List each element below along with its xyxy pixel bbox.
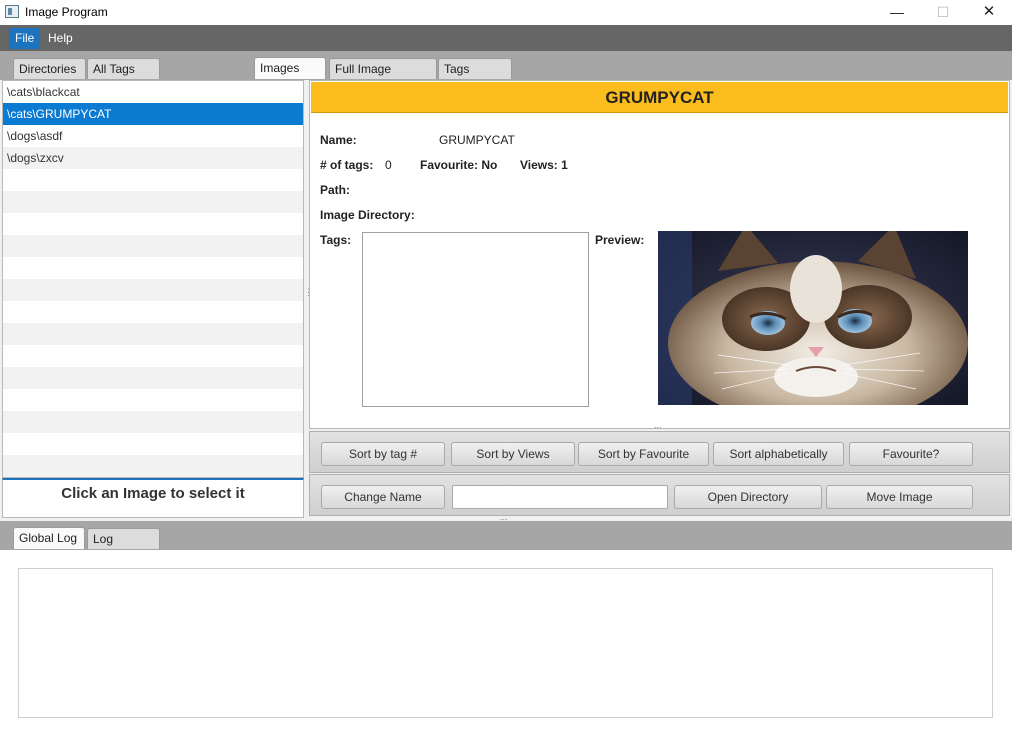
empty-row — [3, 235, 303, 257]
new-name-input[interactable] — [452, 485, 668, 509]
change-name-button[interactable]: Change Name — [321, 485, 445, 509]
log-split-handle[interactable]: ... — [500, 513, 508, 522]
image-title-header: GRUMPYCAT — [311, 82, 1008, 113]
sort-alphabetically-button[interactable]: Sort alphabetically — [713, 442, 844, 466]
empty-row — [3, 279, 303, 301]
image-detail-panel: GRUMPYCAT Name: GRUMPYCAT # of tags: 0 F… — [309, 80, 1010, 430]
sort-toolbar: Sort by tag # Sort by Views Sort by Favo… — [309, 431, 1010, 473]
menu-help[interactable]: Help — [42, 28, 79, 49]
favourite-status: Favourite: No — [420, 158, 498, 172]
preview-label: Preview: — [595, 233, 645, 247]
empty-row — [3, 301, 303, 323]
image-list[interactable]: \cats\blackcat \cats\GRUMPYCAT \dogs\asd… — [2, 80, 304, 478]
views-count: Views: 1 — [520, 158, 568, 172]
select-hint: Click an Image to select it — [2, 478, 304, 518]
list-item[interactable]: \dogs\asdf — [3, 125, 303, 147]
favourite-toggle-button[interactable]: Favourite? — [849, 442, 973, 466]
menu-file[interactable]: File — [9, 28, 41, 49]
vertical-split-handle[interactable]: ⋮ — [304, 288, 313, 302]
empty-row — [3, 455, 303, 477]
list-item[interactable]: \dogs\zxcv — [3, 147, 303, 169]
minimize-button[interactable]: — — [874, 0, 920, 25]
main-tab-strip: Images Full Image Preview Tags — [254, 51, 1012, 97]
empty-row — [3, 367, 303, 389]
log-tab-strip: Global Log Log — [0, 521, 1012, 550]
empty-row — [3, 433, 303, 455]
tab-images[interactable]: Images — [254, 57, 326, 79]
tab-global-log[interactable]: Global Log — [13, 527, 85, 549]
empty-row — [3, 169, 303, 191]
tags-list[interactable] — [362, 232, 589, 407]
path-label: Path: — [320, 183, 350, 197]
tab-all-tags[interactable]: All Tags — [87, 58, 160, 79]
empty-row — [3, 213, 303, 235]
tag-count-label: # of tags: — [320, 158, 374, 172]
sort-by-tag-count-button[interactable]: Sort by tag # — [321, 442, 445, 466]
horizontal-split-handle[interactable]: ... — [654, 421, 662, 430]
image-directory-label: Image Directory: — [320, 208, 415, 222]
tags-label: Tags: — [320, 233, 352, 247]
title-bar: Image Program — ☐ ✕ — [0, 0, 1012, 25]
close-button[interactable]: ✕ — [966, 0, 1012, 25]
menu-bar: File Help — [0, 25, 1012, 51]
cat-photo-image — [658, 231, 968, 405]
open-directory-button[interactable]: Open Directory — [674, 485, 822, 509]
empty-row — [3, 345, 303, 367]
empty-row — [3, 411, 303, 433]
tab-tags[interactable]: Tags — [438, 58, 512, 79]
global-log-textarea[interactable] — [18, 568, 993, 718]
empty-row — [3, 323, 303, 345]
tab-directories[interactable]: Directories — [13, 58, 86, 79]
name-value: GRUMPYCAT — [439, 133, 515, 147]
move-image-button[interactable]: Move Image — [826, 485, 973, 509]
app-icon — [5, 5, 19, 18]
sort-by-favourite-button[interactable]: Sort by Favourite — [578, 442, 709, 466]
name-label: Name: — [320, 133, 357, 147]
empty-row — [3, 191, 303, 213]
empty-row — [3, 257, 303, 279]
window-title: Image Program — [25, 5, 108, 19]
image-preview — [658, 231, 968, 405]
tab-full-image-preview[interactable]: Full Image Preview — [329, 58, 437, 97]
sort-by-views-button[interactable]: Sort by Views — [451, 442, 575, 466]
maximize-button[interactable]: ☐ — [920, 0, 966, 25]
tag-count-value: 0 — [385, 158, 392, 172]
list-item-selected[interactable]: \cats\GRUMPYCAT — [3, 103, 303, 125]
empty-row — [3, 389, 303, 411]
tab-log[interactable]: Log — [87, 528, 160, 549]
log-panel — [0, 550, 1012, 736]
action-toolbar: Change Name Open Directory Move Image — [309, 474, 1010, 516]
list-item[interactable]: \cats\blackcat — [3, 81, 303, 103]
